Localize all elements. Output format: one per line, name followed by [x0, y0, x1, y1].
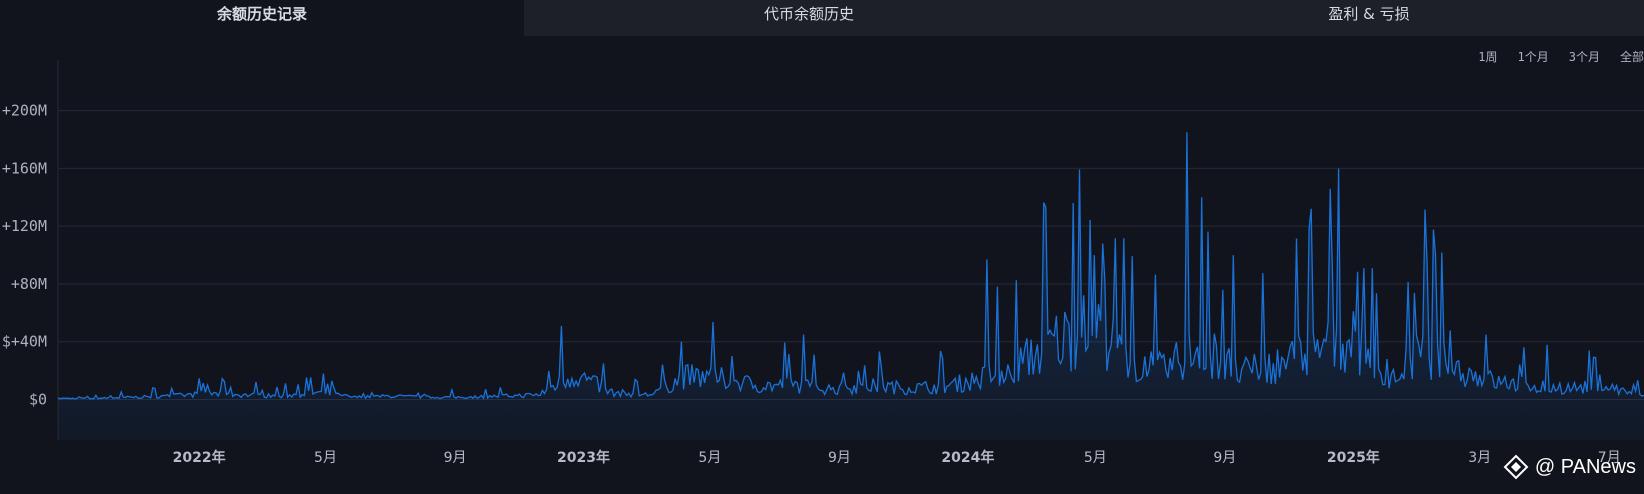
watermark-text: @ PANews [1534, 455, 1636, 478]
tab-balance-history[interactable]: 余额历史记录 [0, 0, 524, 36]
y-tick-label: $+40M [2, 333, 47, 351]
y-tick-label: +160M [2, 159, 47, 177]
y-tick-label: +120M [2, 217, 47, 235]
panews-logo-icon [1503, 454, 1529, 480]
x-tick-label: 2023年 [557, 449, 610, 466]
y-tick-label: $0 [29, 391, 47, 409]
tab-token-balance-history[interactable]: 代币余额历史 [524, 0, 1094, 36]
x-tick-label: 2022年 [173, 449, 226, 466]
y-axis-labels: $0 $+40M +80M +120M +160M +200M [2, 102, 47, 409]
x-tick-label: 5月 [314, 450, 337, 466]
x-tick-label: 2024年 [941, 449, 994, 466]
x-axis-labels: 2022年 5月 9月 2023年 5月 9月 2024年 5月 9月 2025年 3月 7月 [173, 449, 1621, 466]
tab-bar: 余额历史记录 代币余额历史 盈利 & 亏损 [0, 0, 1644, 36]
y-tick-label: +200M [2, 102, 47, 120]
panews-watermark: @ PANews [1503, 454, 1636, 480]
x-tick-label: 9月 [1213, 450, 1236, 466]
y-tick-label: +80M [11, 275, 47, 293]
x-tick-label: 9月 [444, 450, 467, 466]
x-tick-label: 2025年 [1327, 449, 1380, 466]
tab-profit-loss[interactable]: 盈利 & 亏损 [1094, 0, 1644, 36]
x-tick-label: 5月 [698, 450, 721, 466]
balance-history-chart: $0 $+40M +80M +120M +160M +200M 2022年 5月 9月 2023… [2, 60, 1644, 466]
x-tick-label: 9月 [828, 450, 851, 466]
x-tick-label: 3月 [1468, 450, 1491, 466]
x-tick-label: 5月 [1084, 450, 1107, 466]
